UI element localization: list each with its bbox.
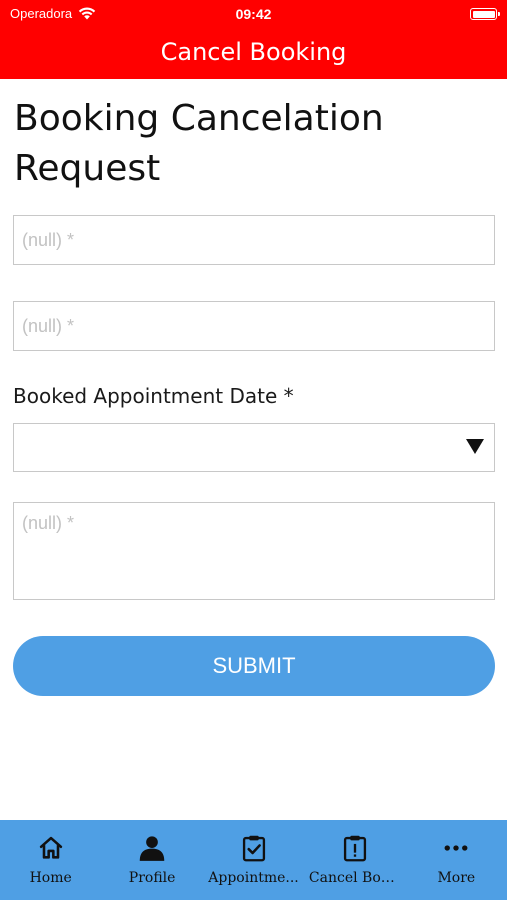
tab-appointments[interactable]: Appointme... [203, 820, 304, 900]
name-input[interactable] [14, 216, 494, 264]
nav-title: Cancel Booking [160, 38, 347, 66]
tab-more[interactable]: More [406, 820, 507, 900]
message-textarea[interactable] [14, 503, 494, 599]
tab-cancel-booking[interactable]: Cancel Boo... [304, 820, 405, 900]
tab-home[interactable]: Home [0, 820, 101, 900]
page-title: Booking Cancelation Request [14, 98, 384, 189]
tab-bar: Home Profile Appointme... Cancel Boo... [0, 820, 507, 900]
home-icon [39, 836, 62, 859]
status-bar: Operadora 09:42 [0, 0, 507, 28]
email-field[interactable] [13, 301, 495, 351]
clipboard-alert-icon [343, 835, 367, 862]
date-label: Booked Appointment Date * [13, 384, 294, 408]
tab-label: More [437, 870, 476, 886]
dropdown-arrow-icon [466, 439, 484, 454]
tab-label: Profile [128, 870, 176, 886]
tab-profile[interactable]: Profile [101, 820, 202, 900]
battery-icon [470, 8, 500, 20]
more-icon [444, 845, 468, 851]
name-field[interactable] [13, 215, 495, 265]
submit-button[interactable]: SUBMIT [13, 636, 495, 696]
tab-label: Cancel Boo... [308, 870, 401, 886]
app-header: Operadora 09:42 Cancel Booking [0, 0, 507, 79]
tab-label: Home [29, 870, 72, 886]
tab-label: Appointme... [208, 870, 299, 886]
person-icon [139, 836, 165, 861]
appointment-date-select[interactable] [13, 423, 495, 472]
clipboard-check-icon [242, 835, 265, 862]
status-time: 09:42 [235, 6, 272, 22]
message-field[interactable] [13, 502, 495, 600]
email-input[interactable] [14, 302, 494, 350]
